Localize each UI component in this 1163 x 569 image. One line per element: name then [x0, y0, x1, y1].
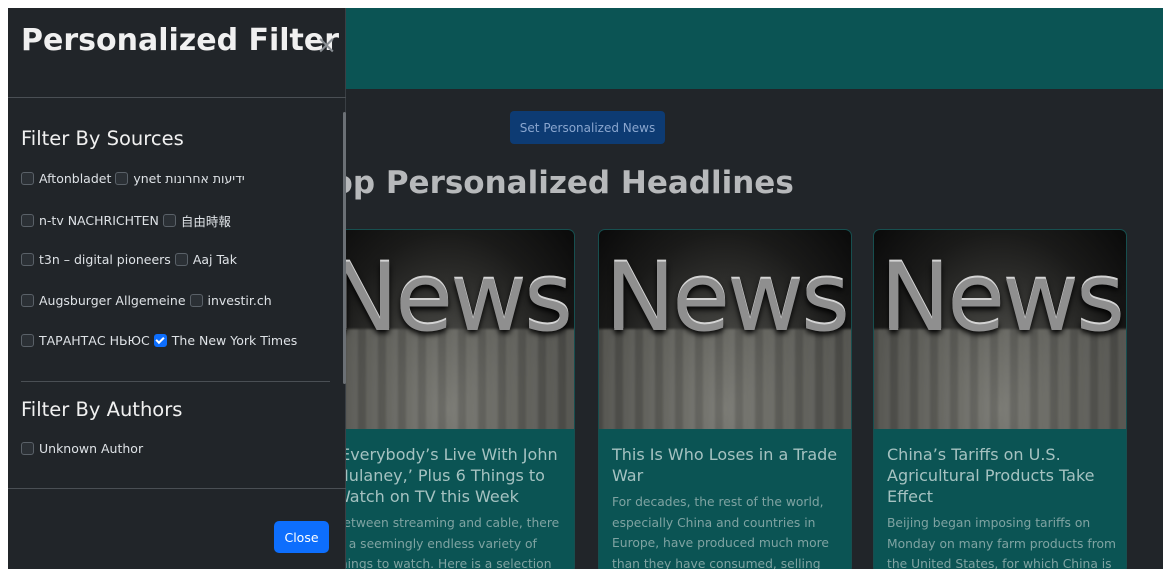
news-card-title[interactable]: ‘Everybody’s Live With John Mulaney,’ Pl… [335, 444, 564, 507]
close-icon[interactable]: × [316, 30, 337, 59]
sources-section-title: Filter By Sources [21, 127, 184, 150]
source-row: ТАРАНТАС НЬЮС The New York Times [21, 333, 301, 348]
source-label[interactable]: ТАРАНТАС НЬЮС [39, 333, 150, 348]
author-label[interactable]: Unknown Author [39, 441, 143, 456]
panel-title: Personalized Filter [21, 23, 340, 58]
news-card[interactable]: News This Is Who Loses in a Trade War Fo… [598, 229, 852, 569]
personalized-filter-panel: Personalized Filter × Filter By Sources … [8, 8, 346, 569]
news-card-image: News [322, 230, 574, 429]
source-checkbox[interactable] [21, 294, 34, 307]
news-card-image: News [599, 230, 851, 429]
news-card-title[interactable]: China’s Tariffs on U.S. Agricultural Pro… [887, 444, 1116, 507]
source-label[interactable]: investir.ch [208, 293, 272, 308]
news-card-text: Beijing began imposing tariffs on Monday… [887, 516, 1116, 569]
news-card-title[interactable]: This Is Who Loses in a Trade War [612, 444, 841, 486]
news-card[interactable]: News China’s Tariffs on U.S. Agricultura… [873, 229, 1127, 569]
source-row: t3n – digital pioneers Aaj Tak [21, 252, 241, 267]
source-checkbox[interactable] [174, 253, 188, 266]
source-checkbox[interactable] [115, 172, 129, 185]
set-personalized-news-button[interactable]: Set Personalized News [510, 111, 665, 144]
authors-section-title: Filter By Authors [21, 398, 183, 421]
app-viewport: Set Personalized News News - Top Persona… [8, 8, 1163, 569]
divider [21, 381, 330, 382]
source-label[interactable]: Augsburger Allgemeine [39, 293, 186, 308]
source-label[interactable]: ynet ידיעות אחרונות [133, 171, 244, 186]
source-label[interactable]: n-tv NACHRICHTEN [39, 213, 159, 228]
source-checkbox[interactable] [21, 172, 34, 185]
news-card-image: News [874, 230, 1126, 429]
source-checkbox[interactable] [189, 294, 203, 307]
news-card-text: For decades, the rest of the world, espe… [612, 495, 829, 569]
divider [8, 97, 346, 98]
source-label[interactable]: The New York Times [172, 333, 298, 348]
source-checkbox[interactable] [162, 214, 176, 227]
source-row: n-tv NACHRICHTEN 自由時報 [21, 211, 235, 230]
author-checkbox[interactable] [21, 442, 34, 455]
source-checkbox[interactable] [21, 214, 34, 227]
source-label[interactable]: 自由時報 [181, 211, 231, 230]
divider [8, 488, 346, 489]
source-row: Aftonbladet ynet ידיעות אחרונות [21, 171, 249, 186]
panel-scrollbar[interactable] [343, 112, 346, 384]
news-card[interactable]: News ‘Everybody’s Live With John Mulaney… [321, 229, 575, 569]
source-label[interactable]: Aaj Tak [193, 252, 237, 267]
source-label[interactable]: t3n – digital pioneers [39, 252, 171, 267]
source-checkbox-checked[interactable] [153, 334, 167, 347]
news-image-word: News [879, 244, 1125, 353]
author-row: Unknown Author [21, 441, 147, 456]
source-checkbox[interactable] [21, 253, 34, 266]
news-image-word: News [604, 244, 850, 353]
source-label[interactable]: Aftonbladet [39, 171, 111, 186]
source-row: Augsburger Allgemeine investir.ch [21, 293, 276, 308]
news-image-word: News [327, 244, 573, 353]
close-button[interactable]: Close [274, 521, 329, 553]
news-card-text: Between streaming and cable, there is a … [335, 516, 560, 569]
source-checkbox[interactable] [21, 334, 34, 347]
